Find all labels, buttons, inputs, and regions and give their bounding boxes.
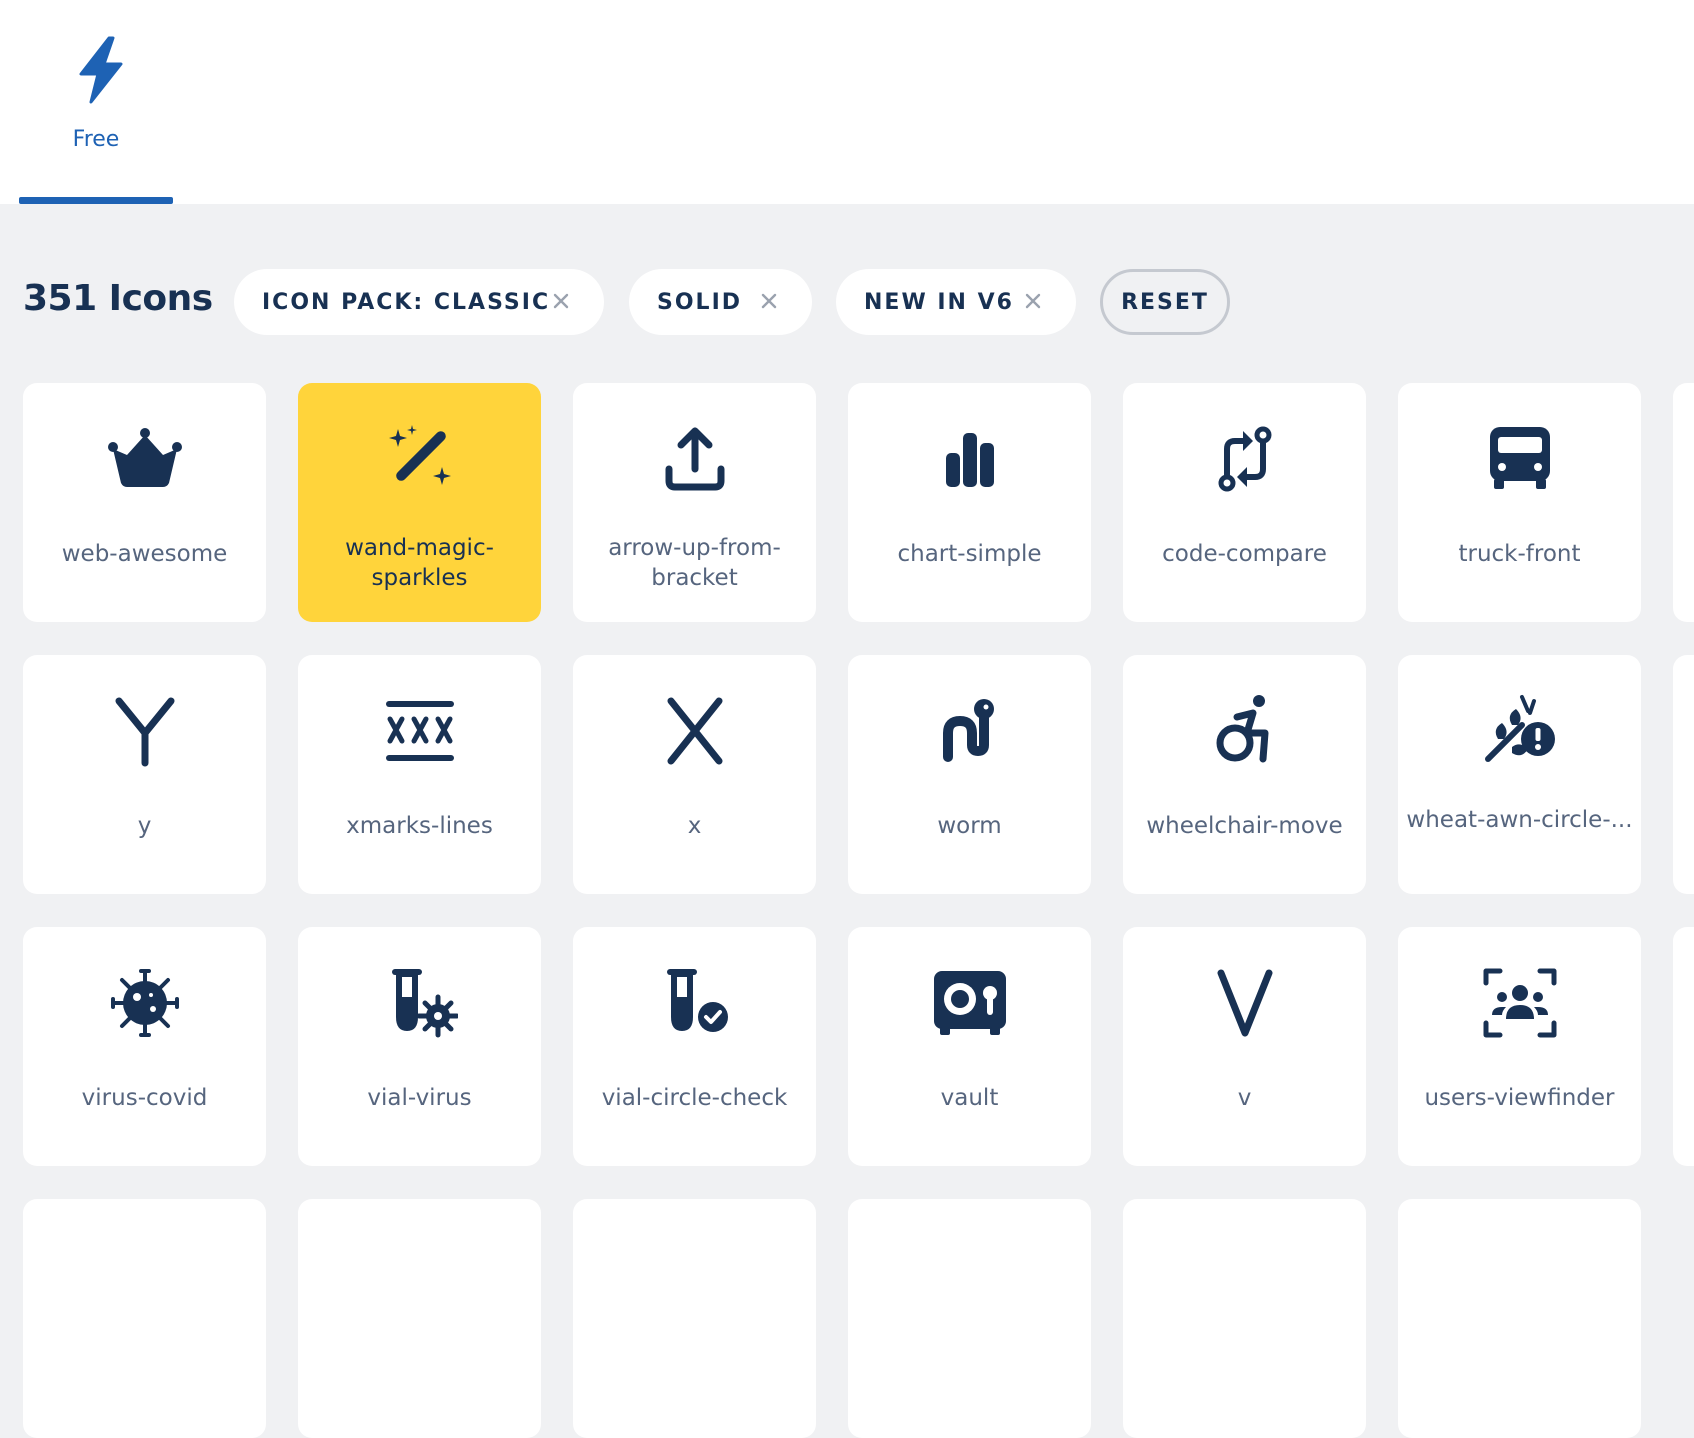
truck-front-icon	[1490, 427, 1550, 489]
icon-card-label: arrow-up-from-bracket	[608, 535, 781, 591]
icon-card-label: wand-magic-sparkles	[345, 535, 494, 591]
x-icon	[667, 697, 723, 765]
icon-card[interactable]	[1398, 1199, 1641, 1438]
y-icon	[115, 697, 175, 767]
icon-card-wheat-awn-circle-exclamation[interactable]: wheat-awn-circle-...	[1398, 655, 1641, 894]
top-tab-bar: Free	[0, 0, 1694, 204]
close-icon[interactable]	[548, 288, 574, 314]
arrow-up-from-bracket-icon	[665, 427, 725, 491]
filter-chip-icon-pack[interactable]: ICON PACK: CLASSIC	[234, 269, 604, 335]
crown-icon	[108, 428, 182, 487]
icon-card[interactable]	[573, 1199, 816, 1438]
worm-icon	[943, 699, 994, 762]
icon-card-label: wheat-awn-circle-...	[1406, 807, 1633, 833]
icon-card-vial-virus[interactable]: vial-virus	[298, 927, 541, 1166]
tab-free-label: Free	[72, 127, 120, 152]
icon-card-truck-front[interactable]: truck-front	[1398, 383, 1641, 622]
wand-magic-sparkles-icon	[389, 425, 451, 485]
close-icon[interactable]	[1020, 288, 1046, 314]
wheelchair-move-icon	[1216, 695, 1269, 763]
icon-card-code-compare[interactable]: code-compare	[1123, 383, 1366, 622]
icon-card-users-viewfinder[interactable]: users-viewfinder	[1398, 927, 1641, 1166]
icon-card-label: users-viewfinder	[1424, 1085, 1615, 1111]
icon-card-wheelchair-move[interactable]: wheelchair-move	[1123, 655, 1366, 894]
icon-card-wand-magic-sparkles[interactable]: wand-magic-sparkles	[298, 383, 541, 622]
icon-card-label: vial-circle-check	[601, 1085, 788, 1111]
icon-card[interactable]	[1123, 1199, 1366, 1438]
icon-card-label: virus-covid	[81, 1085, 208, 1111]
filter-chip-solid[interactable]: SOLID	[629, 269, 812, 335]
code-compare-icon	[1218, 426, 1272, 492]
icon-card-label: wheelchair-move	[1146, 813, 1343, 839]
users-viewfinder-icon	[1483, 968, 1557, 1038]
icon-card-label: x	[687, 813, 702, 839]
icon-card-chart-simple[interactable]: chart-simple	[848, 383, 1091, 622]
icon-card[interactable]	[1673, 927, 1694, 1166]
icon-card-web-awesome[interactable]: web-awesome	[23, 383, 266, 622]
filter-chip-label: SOLID	[657, 289, 743, 315]
icon-card-virus-covid[interactable]: virus-covid	[23, 927, 266, 1166]
results-bar: 351 Icons ICON PACK: CLASSIC SOLID NEW I…	[0, 262, 1694, 342]
active-tab-indicator	[19, 197, 173, 204]
icon-card-vial-circle-check[interactable]: vial-circle-check	[573, 927, 816, 1166]
vial-circle-check-icon	[667, 969, 731, 1035]
bolt-icon	[79, 36, 123, 104]
icon-card-label: vault	[940, 1085, 999, 1111]
results-count: 351 Icons	[23, 278, 213, 319]
icon-card-label: worm	[937, 813, 1002, 839]
icon-card[interactable]	[1673, 383, 1694, 622]
icon-card-label: chart-simple	[897, 541, 1042, 567]
icon-card-arrow-up-from-bracket[interactable]: arrow-up-from-bracket	[573, 383, 816, 622]
icon-card-label: web-awesome	[61, 541, 228, 567]
vial-virus-icon	[392, 969, 458, 1038]
filter-chip-label: ICON PACK: CLASSIC	[262, 289, 551, 315]
icon-card-label: vial-virus	[367, 1085, 472, 1111]
icon-card[interactable]	[23, 1199, 266, 1438]
xmarks-lines-icon	[386, 701, 454, 761]
icon-card-x[interactable]: x	[573, 655, 816, 894]
icon-card[interactable]	[848, 1199, 1091, 1438]
filter-chip-label: NEW IN V6	[864, 289, 1014, 315]
tab-free[interactable]: Free	[19, 0, 173, 204]
icon-card-label: v	[1237, 1085, 1252, 1111]
wheat-awn-circle-exclamation-icon	[1485, 695, 1555, 762]
icon-card[interactable]	[298, 1199, 541, 1438]
icon-card-label: y	[137, 813, 152, 839]
reset-button[interactable]: RESET	[1100, 269, 1230, 335]
icon-card-y[interactable]: y	[23, 655, 266, 894]
icon-card-label: code-compare	[1162, 541, 1327, 567]
virus-covid-icon	[111, 969, 179, 1037]
icon-card-xmarks-lines[interactable]: xmarks-lines	[298, 655, 541, 894]
filter-chip-new-in-v6[interactable]: NEW IN V6	[836, 269, 1076, 335]
icon-card-worm[interactable]: worm	[848, 655, 1091, 894]
chart-simple-icon	[946, 433, 994, 487]
icon-card-label: xmarks-lines	[346, 813, 493, 839]
icon-card-vault[interactable]: vault	[848, 927, 1091, 1166]
vault-icon	[934, 971, 1006, 1035]
icon-card-v[interactable]: v	[1123, 927, 1366, 1166]
v-icon	[1217, 969, 1273, 1037]
icon-card-label: truck-front	[1458, 541, 1581, 567]
icon-card[interactable]	[1673, 655, 1694, 894]
close-icon[interactable]	[756, 288, 782, 314]
